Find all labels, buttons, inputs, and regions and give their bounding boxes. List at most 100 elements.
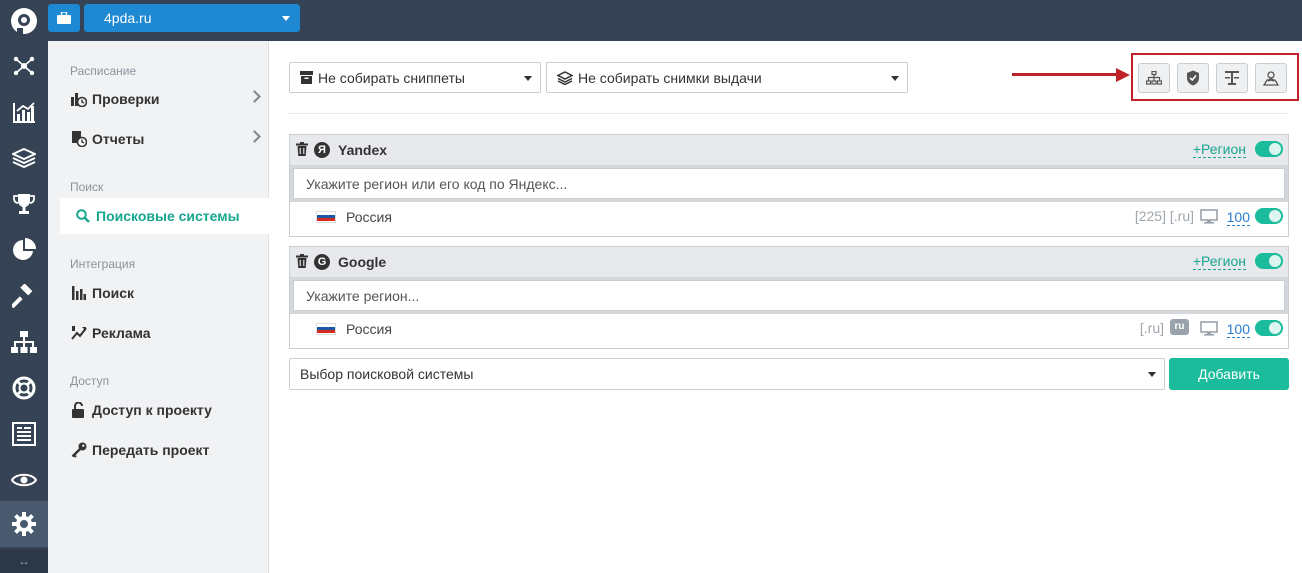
add-engine-button[interactable]: Добавить [1169,358,1289,390]
engine-toggle[interactable] [1255,253,1283,269]
desktop-icon[interactable] [1200,321,1218,339]
chevron-down-icon [524,76,532,81]
engine-header: G Google +Регион [290,247,1288,277]
lifebuoy-icon[interactable] [0,365,48,411]
results-depth-link[interactable]: 100 [1226,209,1250,226]
chevron-right-icon [248,130,261,143]
search-engine-select-value: Выбор поисковой системы [300,366,474,382]
region-row: Россия [225] [.ru] 100 [290,202,1288,231]
highlighted-toolbar [1131,53,1299,101]
report-icon[interactable] [0,411,48,457]
snippets-select[interactable]: Не собирать сниппеты [289,62,541,93]
section-heading: Поиск [70,180,104,194]
yandex-logo-icon: Я [314,142,330,158]
chart-icon[interactable] [0,89,48,135]
google-logo-icon: G [314,254,330,270]
eye-icon[interactable] [0,457,48,503]
region-toggle[interactable] [1255,320,1283,336]
bar-chart-icon [70,286,88,300]
region-input-wrap [290,277,1288,314]
resize-arrows-icon: ↔ [18,554,30,568]
text-title-button[interactable] [1216,63,1248,93]
region-code: [225] [.ru] [1134,208,1194,224]
region-row: Россия [.ru] ru 100 [290,314,1288,343]
settings-subnav: Расписание Проверки Отчеты Поиск Поисков… [48,41,269,573]
gear-icon[interactable] [0,501,48,547]
trash-icon[interactable] [296,141,308,159]
logo-icon [11,7,37,34]
subnav-item-search-engines[interactable]: Поисковые системы [60,198,269,234]
russia-flag-icon [316,210,336,223]
user-location-button[interactable] [1255,63,1287,93]
projects-button[interactable] [48,4,80,32]
subnav-item-reports[interactable]: Отчеты [58,121,269,157]
add-region-link[interactable]: +Регион [1192,253,1246,270]
subnav-item-integration-search[interactable]: Поиск [58,275,269,311]
unlock-icon [70,402,88,418]
subnav-item-project-access[interactable]: Доступ к проекту [58,392,269,428]
subnav-item-transfer-project[interactable]: Передать проект [58,432,269,468]
collapse-sidebar-button[interactable]: ↔ [0,549,48,573]
key-icon [70,442,88,458]
user-location-icon [1263,71,1279,86]
search-icon [74,209,92,223]
chart-clock-icon [70,91,88,107]
region-input-wrap [290,165,1288,202]
subnav-item-ads[interactable]: Реклама [58,315,269,351]
results-depth-link[interactable]: 100 [1226,321,1250,338]
engine-header: Я Yandex +Регион [290,135,1288,165]
subnav-item-label: Передать проект [92,442,210,458]
engine-name: Yandex [338,142,388,158]
subnav-item-label: Отчеты [92,131,145,147]
engine-card-google: G Google +Регион Россия [.ru] ru 100 [289,246,1289,349]
layers-icon[interactable] [0,135,48,181]
archive-icon [300,71,313,84]
nodes-icon[interactable] [0,43,48,89]
chevron-down-icon [891,76,899,81]
language-badge[interactable]: ru [1170,319,1189,335]
icon-rail: ↔ [0,41,48,573]
region-search-input[interactable] [293,280,1285,311]
shield-icon [1187,70,1199,86]
shield-button[interactable] [1177,63,1209,93]
search-engine-select[interactable]: Выбор поисковой системы [289,358,1165,390]
chevron-right-icon [248,90,261,103]
ads-chart-icon [70,325,88,341]
sitemap-icon [1146,71,1162,85]
pie-icon[interactable] [0,227,48,273]
sitemap-icon[interactable] [0,319,48,365]
screenshots-select[interactable]: Не собирать снимки выдачи [546,62,908,93]
divider [289,113,1289,114]
engine-toggle[interactable] [1255,141,1283,157]
region-name: Россия [346,320,392,337]
region-search-input[interactable] [293,168,1285,199]
engine-name: Google [338,254,387,270]
region-toggle[interactable] [1255,208,1283,224]
text-title-icon [1225,71,1239,85]
subnav-item-checks[interactable]: Проверки [58,81,269,117]
app-logo[interactable] [0,0,48,41]
project-select[interactable]: 4pda.ru [84,4,300,32]
chevron-down-icon [282,16,290,21]
annotation-arrow-head [1116,68,1130,82]
sitemap-button[interactable] [1138,63,1170,93]
briefcase-icon [57,12,71,24]
trash-icon[interactable] [296,253,308,271]
snippets-select-value: Не собирать сниппеты [318,69,465,86]
trophy-icon[interactable] [0,181,48,227]
screenshots-select-value: Не собирать снимки выдачи [578,69,762,86]
add-region-link[interactable]: +Регион [1192,141,1246,158]
subnav-item-label: Поисковые системы [96,208,240,224]
section-heading: Доступ [70,374,110,388]
subnav-item-label: Реклама [92,325,151,341]
desktop-icon[interactable] [1200,209,1218,227]
subnav-item-label: Поиск [92,285,135,301]
chevron-down-icon [1148,372,1156,377]
russia-flag-icon [316,322,336,335]
layers-icon [557,70,573,85]
region-name: Россия [346,208,392,225]
section-heading: Расписание [70,64,137,78]
hammer-icon[interactable] [0,273,48,319]
subnav-item-label: Проверки [92,91,160,107]
subnav-item-label: Доступ к проекту [92,402,212,418]
